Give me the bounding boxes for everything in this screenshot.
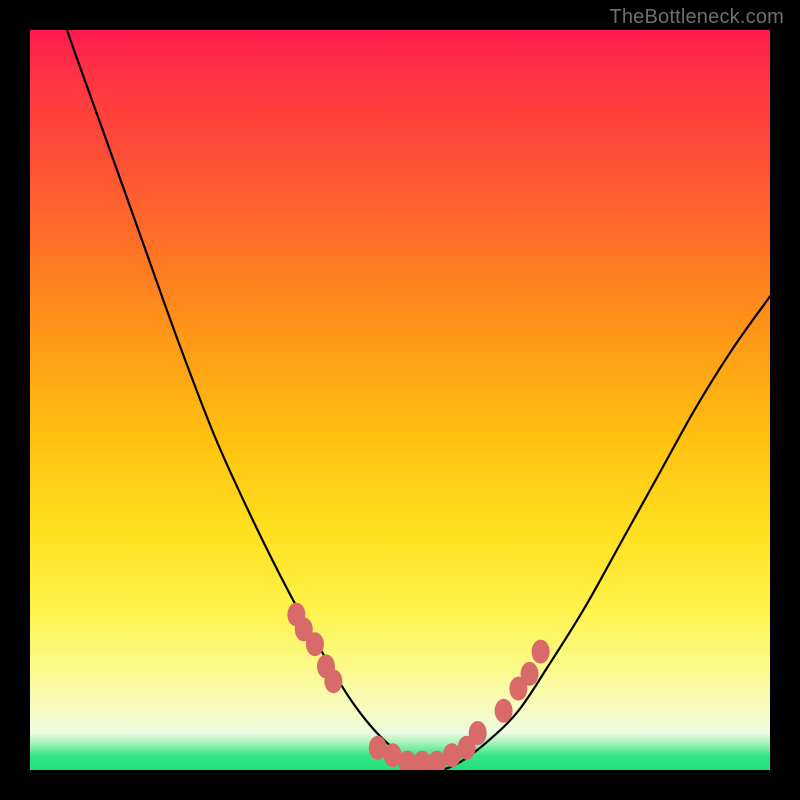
chart-frame: TheBottleneck.com [0, 0, 800, 800]
marker-point [469, 721, 487, 745]
marker-point [324, 669, 342, 693]
bottleneck-curve-line [30, 30, 770, 770]
marker-point [532, 640, 550, 664]
marker-point [306, 632, 324, 656]
marker-point [521, 662, 539, 686]
chart-svg [30, 30, 770, 770]
watermark-text: TheBottleneck.com [609, 6, 784, 29]
highlighted-markers [287, 603, 549, 770]
marker-point [495, 699, 513, 723]
plot-area [30, 30, 770, 770]
